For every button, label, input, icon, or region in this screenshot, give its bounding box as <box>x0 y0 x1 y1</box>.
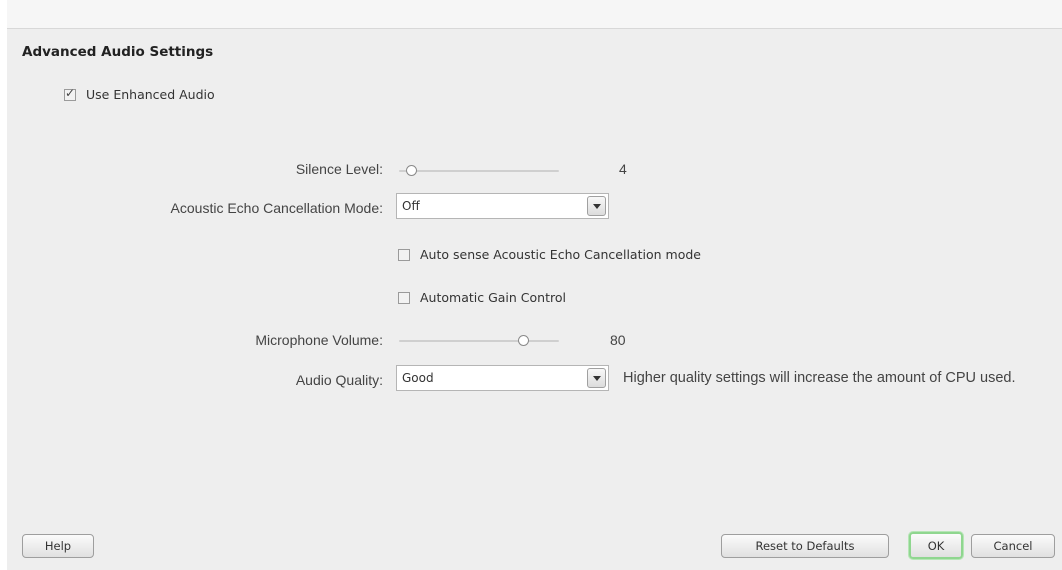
chevron-down-icon <box>593 376 601 381</box>
silence-level-value: 4 <box>619 161 627 177</box>
dropdown-button[interactable] <box>587 368 606 388</box>
dialog-top-strip <box>7 0 1062 29</box>
slider-thumb[interactable] <box>518 335 529 346</box>
audio-quality-label: Audio Quality: <box>295 372 383 388</box>
auto-sense-echo-cancellation-checkbox[interactable]: Auto sense Acoustic Echo Cancellation mo… <box>398 247 701 262</box>
microphone-volume-value: 80 <box>610 332 626 348</box>
silence-level-slider[interactable] <box>399 165 559 177</box>
auto-sense-echo-cancellation-label: Auto sense Acoustic Echo Cancellation mo… <box>420 247 701 262</box>
dialog-title: Advanced Audio Settings <box>22 44 214 60</box>
automatic-gain-control-label: Automatic Gain Control <box>420 290 566 305</box>
checkbox-box[interactable] <box>398 291 410 304</box>
checkbox-box[interactable] <box>398 248 410 261</box>
echo-cancellation-mode-value: Off <box>402 199 420 213</box>
slider-track <box>399 170 559 172</box>
audio-quality-select[interactable]: Good <box>396 365 609 391</box>
help-button[interactable]: Help <box>22 534 94 558</box>
audio-quality-hint: Higher quality settings will increase th… <box>623 370 1016 386</box>
slider-thumb[interactable] <box>406 165 417 176</box>
use-enhanced-audio-label: Use Enhanced Audio <box>86 87 215 102</box>
chevron-down-icon <box>593 204 601 209</box>
reset-to-defaults-button[interactable]: Reset to Defaults <box>721 534 889 558</box>
cancel-button[interactable]: Cancel <box>971 534 1055 558</box>
dropdown-button[interactable] <box>587 196 606 216</box>
audio-quality-value: Good <box>402 371 434 385</box>
echo-cancellation-mode-select[interactable]: Off <box>396 193 609 219</box>
silence-level-label: Silence Level: <box>295 161 383 177</box>
slider-track <box>399 340 559 342</box>
microphone-volume-label: Microphone Volume: <box>255 332 383 348</box>
checkbox-box[interactable] <box>64 86 76 101</box>
automatic-gain-control-checkbox[interactable]: Automatic Gain Control <box>398 290 566 305</box>
use-enhanced-audio-checkbox[interactable]: Use Enhanced Audio <box>64 86 215 102</box>
echo-cancellation-mode-label: Acoustic Echo Cancellation Mode: <box>170 200 383 216</box>
microphone-volume-slider[interactable] <box>399 335 559 347</box>
advanced-audio-settings-dialog: Advanced Audio Settings Use Enhanced Aud… <box>7 0 1062 570</box>
ok-button[interactable]: OK <box>909 532 963 559</box>
